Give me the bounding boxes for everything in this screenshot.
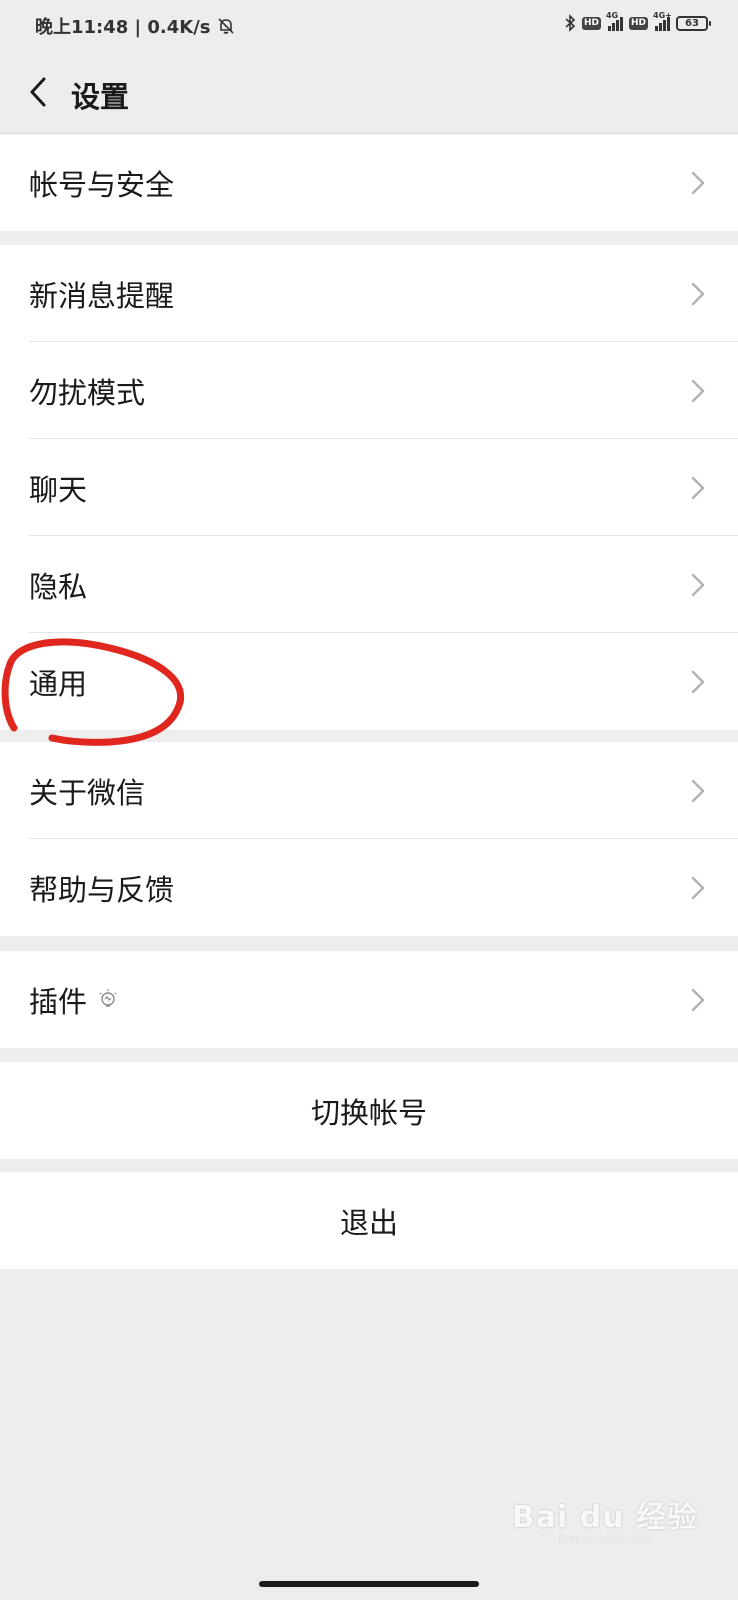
status-bar: 晚上11:48 | 0.4K/s HD 4G HD 4G+ 63: [0, 0, 738, 50]
settings-item-label: 隐私: [29, 569, 88, 604]
status-time-text: 晚上11:48 | 0.4K/s: [35, 17, 211, 38]
bluetooth-icon: [565, 14, 576, 32]
network-type-1: 4G: [605, 11, 619, 20]
chevron-right-icon: [691, 282, 705, 305]
settings-item-chat[interactable]: 聊天: [0, 439, 738, 536]
chevron-right-icon: [691, 988, 705, 1011]
chevron-right-icon: [691, 171, 705, 194]
hd-badge-1: HD: [581, 16, 601, 30]
settings-item-help-feedback[interactable]: 帮助与反馈: [0, 839, 738, 936]
settings-item-plugins-label-wrap: 插件: [29, 979, 119, 1021]
settings-item-account-security[interactable]: 帐号与安全: [0, 134, 738, 231]
settings-item-label: 关于微信: [29, 775, 146, 810]
settings-item-label: 帮助与反馈: [29, 872, 175, 907]
home-indicator[interactable]: [259, 1581, 479, 1587]
chevron-right-icon: [691, 670, 705, 693]
settings-item-label: 聊天: [29, 472, 88, 507]
settings-item-privacy[interactable]: 隐私: [0, 536, 738, 633]
battery-icon: 63: [676, 15, 711, 31]
settings-item-plugins[interactable]: 插件: [0, 951, 738, 1048]
chevron-right-icon: [691, 379, 705, 402]
hd-badge-2: HD: [628, 16, 648, 30]
settings-item-label: 帐号与安全: [29, 167, 175, 202]
chevron-right-icon: [691, 573, 705, 596]
settings-item-general[interactable]: 通用: [0, 633, 738, 730]
logout-button[interactable]: 退出: [0, 1172, 738, 1269]
status-time-speed: 晚上11:48 | 0.4K/s: [35, 13, 235, 39]
page-title: 设置: [71, 80, 130, 114]
signal-icon-2: 4G+: [653, 11, 672, 31]
status-icons: HD 4G HD 4G+ 63: [564, 11, 711, 32]
settings-item-do-not-disturb[interactable]: 勿扰模式: [0, 342, 738, 439]
settings-item-label: 通用: [29, 666, 88, 701]
settings-group-main: 新消息提醒 勿扰模式 聊天 隐私 通用: [0, 245, 738, 730]
settings-item-label: 插件: [29, 984, 88, 1019]
settings-group-account: 帐号与安全: [0, 134, 738, 231]
settings-item-new-message-alert[interactable]: 新消息提醒: [0, 245, 738, 342]
signal-icon-1: 4G: [606, 11, 623, 31]
logout-label: 退出: [339, 1205, 398, 1240]
switch-account-group: 切换帐号: [0, 1062, 738, 1159]
settings-group-about: 关于微信 帮助与反馈: [0, 742, 738, 936]
chevron-right-icon: [691, 779, 705, 802]
nav-header: 设置: [0, 50, 738, 134]
settings-item-label: 新消息提醒: [29, 278, 175, 313]
logout-group: 退出: [0, 1172, 738, 1269]
switch-account-label: 切换帐号: [310, 1095, 427, 1130]
settings-item-about-wechat[interactable]: 关于微信: [0, 742, 738, 839]
chevron-right-icon: [691, 476, 705, 499]
settings-item-label: 勿扰模式: [29, 375, 146, 410]
chevron-left-icon: [30, 77, 46, 107]
back-button[interactable]: [18, 70, 58, 114]
settings-group-plugins: 插件: [0, 951, 738, 1048]
baidu-watermark: Bai du 经验 jingyan.baidu.com: [512, 1492, 698, 1545]
muted-bell-icon: [217, 18, 234, 34]
lightbulb-icon: [99, 988, 117, 1007]
watermark-text: Bai du 经验: [511, 1500, 698, 1535]
network-type-2: 4G+: [653, 11, 672, 20]
chevron-right-icon: [691, 876, 705, 899]
switch-account-button[interactable]: 切换帐号: [0, 1062, 738, 1159]
